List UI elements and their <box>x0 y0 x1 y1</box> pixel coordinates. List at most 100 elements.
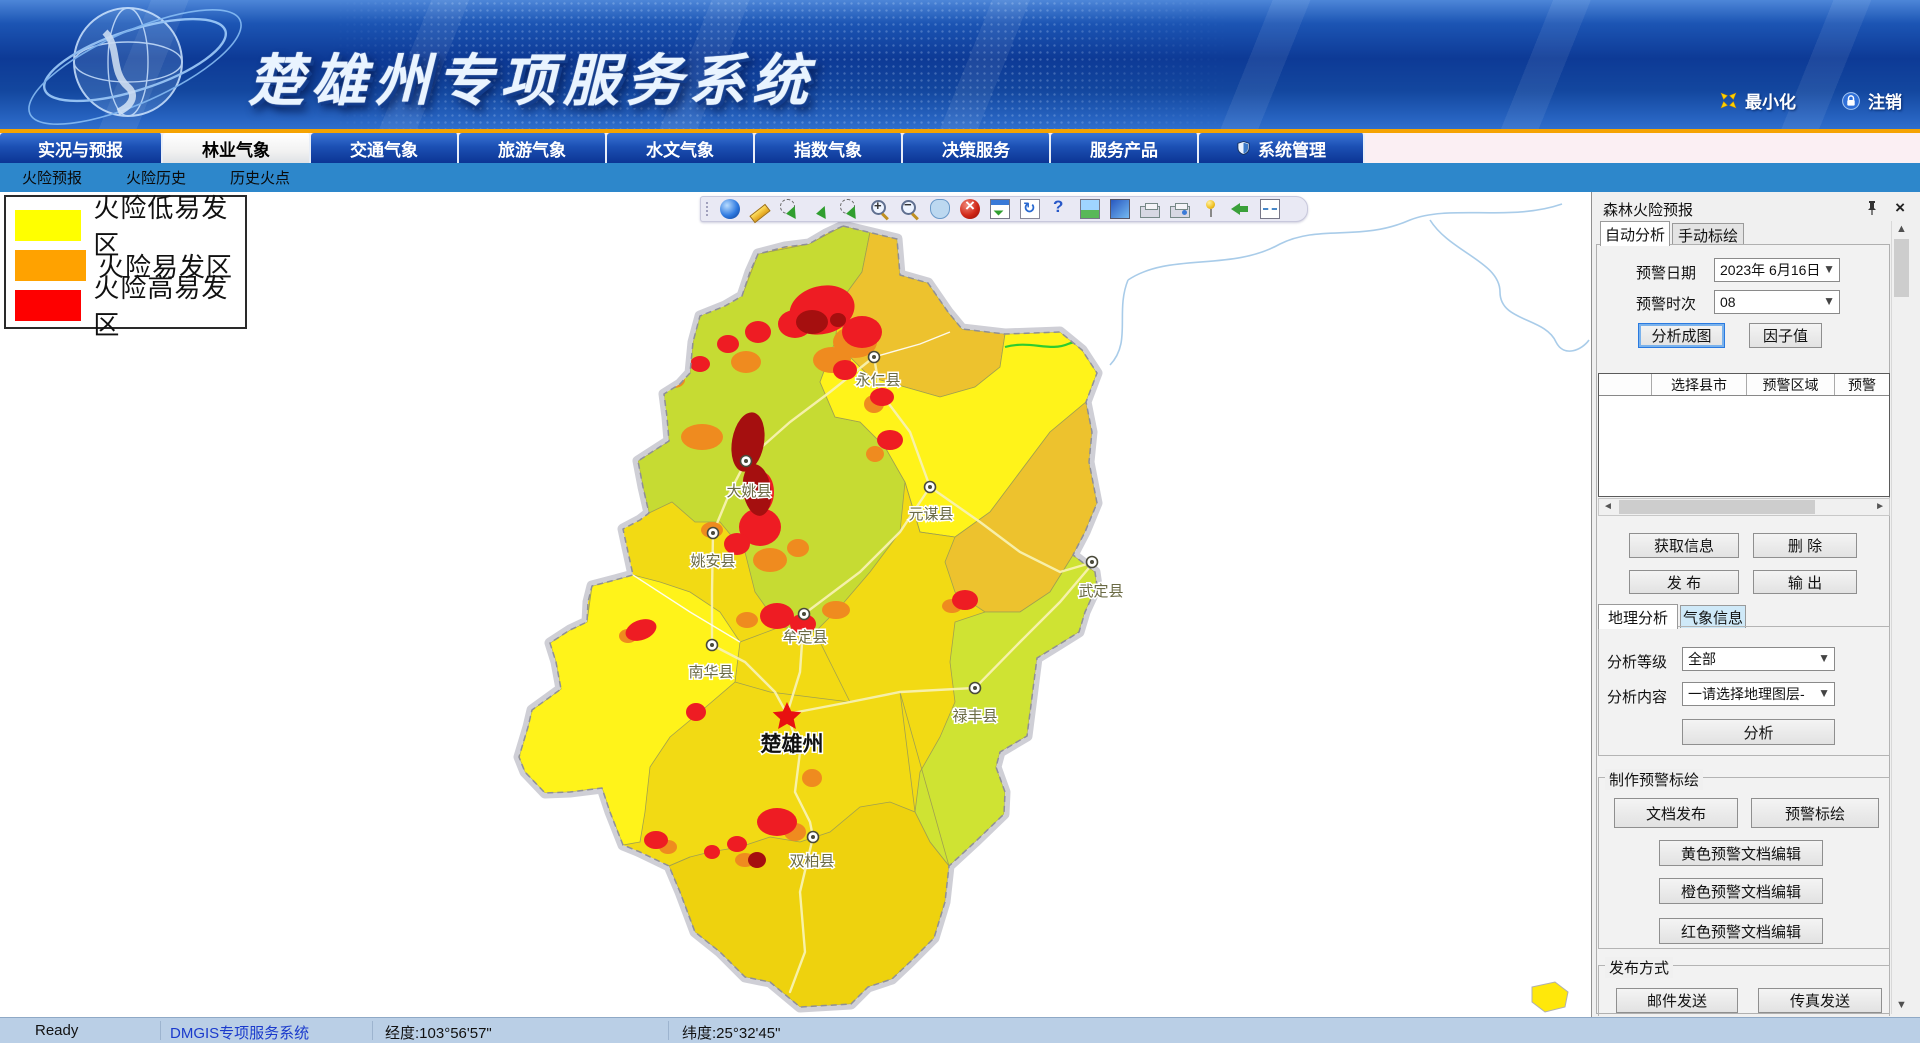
zoom-out-icon[interactable] <box>900 199 920 219</box>
pin-icon[interactable] <box>1865 200 1879 216</box>
status-system-link[interactable]: DMGIS专项服务系统 <box>170 1022 309 1043</box>
tab-决策服务[interactable]: 决策服务 <box>903 133 1051 163</box>
analysis-content-label: 分析内容 <box>1607 686 1667 707</box>
panel-close-icon[interactable]: × <box>1895 198 1905 218</box>
tab-系统管理[interactable]: 系统管理 <box>1199 133 1365 163</box>
warn-date-select[interactable]: 2023年 6月16日 ▼ <box>1714 258 1840 282</box>
analyze-button[interactable]: 分析 <box>1682 719 1835 745</box>
analysis-content-select[interactable]: 一请选择地理图层- ▼ <box>1682 682 1835 706</box>
minimize-button[interactable]: 最小化 <box>1720 88 1796 113</box>
refresh-icon[interactable] <box>1020 199 1040 219</box>
panel-vscrollbar[interactable]: ▲ ▼ <box>1891 221 1911 1014</box>
vscroll-thumb[interactable] <box>1894 239 1909 297</box>
select-arrow-icon[interactable] <box>810 199 830 219</box>
back-icon[interactable] <box>1230 199 1250 219</box>
analysis-level-select[interactable]: 全部 ▼ <box>1682 647 1835 671</box>
map-label-武定县: 武定县 <box>1078 583 1123 600</box>
export-button[interactable]: 输 出 <box>1753 570 1857 594</box>
submenu-item-火险历史[interactable]: 火险历史 <box>126 167 186 188</box>
scroll-up-icon[interactable]: ▲ <box>1892 221 1911 238</box>
button-label: 分析 <box>1743 722 1773 743</box>
tab-label: 水文气象 <box>646 136 714 161</box>
email-send-button[interactable]: 邮件发送 <box>1616 988 1738 1013</box>
tab-实况与预报[interactable]: 实况与预报 <box>0 133 163 163</box>
submenu-item-历史火点[interactable]: 历史火点 <box>230 167 290 188</box>
tab-label: 林业气象 <box>202 136 270 161</box>
status-ready: Ready <box>35 1022 78 1039</box>
warning-plot-button[interactable]: 预警标绘 <box>1751 798 1879 828</box>
plot-group-title: 制作预警标绘 <box>1605 769 1703 790</box>
button-label: 预警标绘 <box>1785 803 1845 824</box>
fax-send-button[interactable]: 传真发送 <box>1758 988 1882 1013</box>
main-tabbar: 实况与预报 林业气象 交通气象 旅游气象 水文气象 指数气象 决策服务 服务产品 系统管理 <box>0 133 1920 163</box>
warn-time-select[interactable]: 08 ▼ <box>1714 290 1840 314</box>
yellow-warning-doc-button[interactable]: 黄色预警文档编辑 <box>1659 840 1823 866</box>
map-label-永仁县: 永仁县 <box>855 372 900 389</box>
map-swatch-icon[interactable] <box>1110 199 1130 219</box>
map-label-大姚县: 大姚县 <box>726 483 771 500</box>
panel-tab-manual-plot[interactable]: 手动标绘 <box>1672 223 1744 246</box>
legend-item: 火险低易发区 <box>15 205 245 245</box>
table-header: 预警 <box>1835 374 1889 395</box>
scroll-left-icon[interactable]: ◄ <box>1603 501 1613 512</box>
measure-icon[interactable] <box>749 203 770 222</box>
tab-服务产品[interactable]: 服务产品 <box>1051 133 1199 163</box>
pan-icon[interactable] <box>930 199 950 219</box>
analyze-to-map-button[interactable]: 分析成图 <box>1638 323 1725 348</box>
tab-指数气象[interactable]: 指数气象 <box>755 133 903 163</box>
hscroll-thumb[interactable] <box>1619 500 1815 514</box>
sub-tab-geo-analysis[interactable]: 地理分析 <box>1598 604 1678 629</box>
tab-label: 交通气象 <box>350 136 418 161</box>
sub-tab-weather-info[interactable]: 气象信息 <box>1680 605 1746 628</box>
publish-button[interactable]: 发 布 <box>1629 570 1739 594</box>
minimize-label: 最小化 <box>1745 88 1796 113</box>
forest-fire-panel: 森林火险预报 × 自动分析 手动标绘 预警日期 2023年 6月16日 ▼ 预警… <box>1591 192 1920 1017</box>
analysis-content-value: 一请选择地理图层- <box>1688 684 1805 704</box>
app-title: 楚雄州专项服务系统 <box>248 36 815 117</box>
zoom-in-icon[interactable] <box>870 199 890 219</box>
river-lines <box>1110 204 1589 365</box>
select-extent-icon[interactable] <box>780 199 800 219</box>
warning-table[interactable]: 选择县市 预警区域 预警 <box>1598 373 1890 497</box>
factor-value-button[interactable]: 因子值 <box>1749 323 1822 348</box>
logout-button[interactable]: 注销 <box>1842 88 1902 113</box>
identify-icon[interactable] <box>1050 199 1070 219</box>
panel-tab-auto-analysis[interactable]: 自动分析 <box>1600 221 1670 246</box>
delete-button[interactable]: 删 除 <box>1753 533 1857 558</box>
image-export-icon[interactable] <box>1080 199 1100 219</box>
scroll-down-icon[interactable]: ▼ <box>1892 997 1911 1014</box>
shield-icon <box>1236 140 1251 156</box>
print-icon[interactable] <box>1140 206 1160 218</box>
select-lasso-icon[interactable] <box>840 199 860 219</box>
map-canvas[interactable]: 永仁县元谋县大姚县姚安县武定县牟定县南华县禄丰县双柏县楚雄州 火险低易发区火险易… <box>0 192 1591 1017</box>
doc-publish-button[interactable]: 文档发布 <box>1614 798 1738 828</box>
map-label-楚雄州: 楚雄州 <box>761 732 824 756</box>
print-preview-icon[interactable] <box>1170 206 1190 218</box>
full-extent-icon[interactable] <box>990 199 1010 219</box>
cancel-icon[interactable] <box>960 199 980 219</box>
table-hscrollbar[interactable]: ◄ ► <box>1598 498 1890 516</box>
legend-swatch <box>15 290 81 321</box>
layout-icon[interactable] <box>1260 199 1280 219</box>
tab-label: 服务产品 <box>1090 136 1158 161</box>
tab-旅游气象[interactable]: 旅游气象 <box>459 133 607 163</box>
tab-林业气象[interactable]: 林业气象 <box>163 133 311 163</box>
legend-item: 火险高易发区 <box>15 285 245 325</box>
tab-交通气象[interactable]: 交通气象 <box>311 133 459 163</box>
get-info-button[interactable]: 获取信息 <box>1629 533 1739 558</box>
button-label: 橙色预警文档编辑 <box>1681 881 1801 902</box>
locate-pin-icon[interactable] <box>1200 199 1220 219</box>
submenu-item-火险预报[interactable]: 火险预报 <box>22 167 82 188</box>
status-longitude: 经度:103°56'57" <box>385 1022 492 1043</box>
toolbar-grip[interactable] <box>705 201 710 217</box>
globe-icon[interactable] <box>720 199 740 219</box>
tab-label: 指数气象 <box>794 136 862 161</box>
map-label-姚安县: 姚安县 <box>690 553 735 570</box>
map-label-牟定县: 牟定县 <box>782 629 827 646</box>
tab-label: 决策服务 <box>942 136 1010 161</box>
orange-warning-doc-button[interactable]: 橙色预警文档编辑 <box>1659 878 1823 904</box>
scroll-right-icon[interactable]: ► <box>1875 501 1885 512</box>
red-warning-doc-button[interactable]: 红色预警文档编辑 <box>1659 918 1823 944</box>
tab-水文气象[interactable]: 水文气象 <box>607 133 755 163</box>
status-latitude: 纬度:25°32'45" <box>682 1022 780 1043</box>
